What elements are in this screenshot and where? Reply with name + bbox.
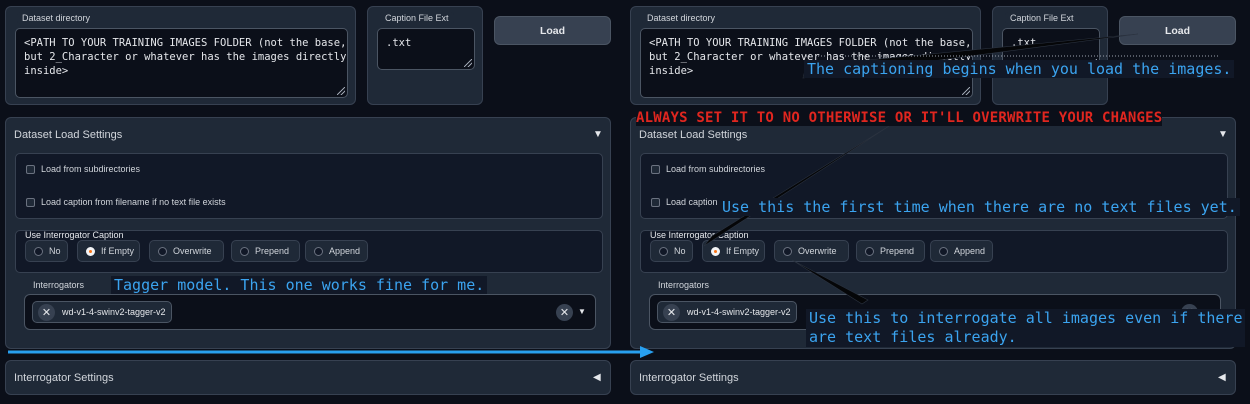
radio-if-empty[interactable]: If Empty	[702, 240, 765, 262]
load-subdirectories-checkbox[interactable]	[26, 165, 35, 174]
caption-ext-block: Caption File Ext .txt	[367, 6, 483, 105]
interrogators-label: Interrogators	[658, 280, 710, 290]
expand-triangle-icon[interactable]: ◀	[593, 372, 601, 383]
radio-if-empty-dot	[86, 246, 95, 256]
radio-if-empty[interactable]: If Empty	[77, 240, 140, 262]
caption-ext-label: Caption File Ext	[1005, 12, 1079, 24]
load-caption-checkbox[interactable]	[651, 198, 660, 207]
dataset-directory-block: Dataset directory <PATH TO YOUR TRAINING…	[5, 6, 356, 105]
resize-grip-icon[interactable]	[337, 87, 345, 95]
load-subdirectories-label: Load from subdirectories	[41, 164, 141, 174]
radio-no-dot	[34, 246, 43, 256]
load-caption-label: Load caption from filename if no text fi…	[41, 197, 226, 207]
dropdown-arrow-icon[interactable]: ▼	[578, 307, 586, 316]
annotation-overwrite-line1: Use this to interrogate all images even …	[809, 309, 1243, 327]
remove-chip-icon[interactable]: ✕	[38, 303, 55, 321]
interrogator-settings-accordion[interactable]: Interrogator Settings ◀	[630, 360, 1236, 395]
interrogator-caption-label: Use Interrogator Caption	[650, 230, 749, 240]
radio-prepend[interactable]: Prepend	[231, 240, 300, 262]
interrogator-settings-title: Interrogator Settings	[14, 372, 114, 384]
remove-chip-icon[interactable]: ✕	[663, 303, 680, 321]
interrogator-settings-accordion[interactable]: Interrogator Settings ◀	[5, 360, 611, 395]
annotation-overwrite: Use this to interrogate all images even …	[806, 309, 1246, 347]
clear-selection-icon[interactable]: ✕	[556, 304, 573, 321]
resize-grip-icon[interactable]	[464, 59, 472, 67]
interrogator-settings-title: Interrogator Settings	[639, 372, 739, 384]
annotation-overwrite-line2: are text files already.	[809, 328, 1017, 346]
left-panel: Dataset directory <PATH TO YOUR TRAINING…	[0, 0, 625, 404]
load-subdirectories-label: Load from subdirectories	[666, 164, 766, 174]
interrogators-dropdown[interactable]: ✕ wd-v1-4-swinv2-tagger-v2 ✕ ▼	[24, 294, 596, 330]
radio-overwrite[interactable]: Overwrite	[774, 240, 849, 262]
interrogator-caption-group: Use Interrogator Caption No If Empty Ove…	[15, 230, 603, 273]
interrogator-chip: ✕ wd-v1-4-swinv2-tagger-v2	[32, 301, 172, 323]
load-button[interactable]: Load	[1119, 16, 1236, 45]
dataset-directory-label: Dataset directory	[642, 12, 721, 24]
radio-prepend-dot	[865, 246, 874, 256]
annotation-first-time: Use this the first time when there are n…	[719, 198, 1240, 216]
interrogator-chip: ✕ wd-v1-4-swinv2-tagger-v2	[657, 301, 797, 323]
annotation-load: The captioning begins when you load the …	[804, 60, 1235, 78]
radio-append[interactable]: Append	[930, 240, 993, 262]
radio-no-dot	[659, 246, 668, 256]
collapse-triangle-icon[interactable]: ▼	[1218, 129, 1228, 140]
annotation-always-no: ALWAYS SET IT TO NO OTHERWISE OR IT'LL O…	[636, 110, 1163, 126]
interrogator-caption-group: Use Interrogator Caption No If Empty Ove…	[640, 230, 1228, 273]
collapse-triangle-icon[interactable]: ▼	[593, 129, 603, 140]
radio-prepend[interactable]: Prepend	[856, 240, 925, 262]
radio-append-dot	[939, 246, 948, 256]
caption-ext-label: Caption File Ext	[380, 12, 454, 24]
load-button[interactable]: Load	[494, 16, 611, 45]
dataset-directory-block: Dataset directory <PATH TO YOUR TRAINING…	[630, 6, 981, 105]
radio-overwrite[interactable]: Overwrite	[149, 240, 224, 262]
radio-append[interactable]: Append	[305, 240, 368, 262]
dataset-load-settings-accordion: Dataset Load Settings ▼ Load from subdir…	[5, 117, 611, 349]
annotation-tagger: Tagger model. This one works fine for me…	[111, 276, 488, 294]
radio-if-empty-dot	[711, 246, 720, 256]
caption-ext-input[interactable]: .txt	[377, 28, 475, 70]
radio-no[interactable]: No	[25, 240, 68, 262]
radio-no[interactable]: No	[650, 240, 693, 262]
dataset-load-settings-title[interactable]: Dataset Load Settings	[639, 129, 747, 141]
radio-overwrite-dot	[783, 246, 792, 256]
caption-ext-block: Caption File Ext .txt	[992, 6, 1108, 105]
load-subdirectories-checkbox[interactable]	[651, 165, 660, 174]
interrogators-label: Interrogators	[33, 280, 85, 290]
dataset-directory-input[interactable]: <PATH TO YOUR TRAINING IMAGES FOLDER (no…	[15, 28, 348, 98]
load-caption-checkbox[interactable]	[26, 198, 35, 207]
resize-grip-icon[interactable]	[962, 87, 970, 95]
load-options-group: Load from subdirectories Load caption fr…	[15, 153, 603, 219]
interrogator-caption-label: Use Interrogator Caption	[25, 230, 124, 240]
radio-prepend-dot	[240, 246, 249, 256]
dataset-directory-label: Dataset directory	[17, 12, 96, 24]
radio-overwrite-dot	[158, 246, 167, 256]
dataset-load-settings-title[interactable]: Dataset Load Settings	[14, 129, 122, 141]
radio-append-dot	[314, 246, 323, 256]
expand-triangle-icon[interactable]: ◀	[1218, 372, 1226, 383]
